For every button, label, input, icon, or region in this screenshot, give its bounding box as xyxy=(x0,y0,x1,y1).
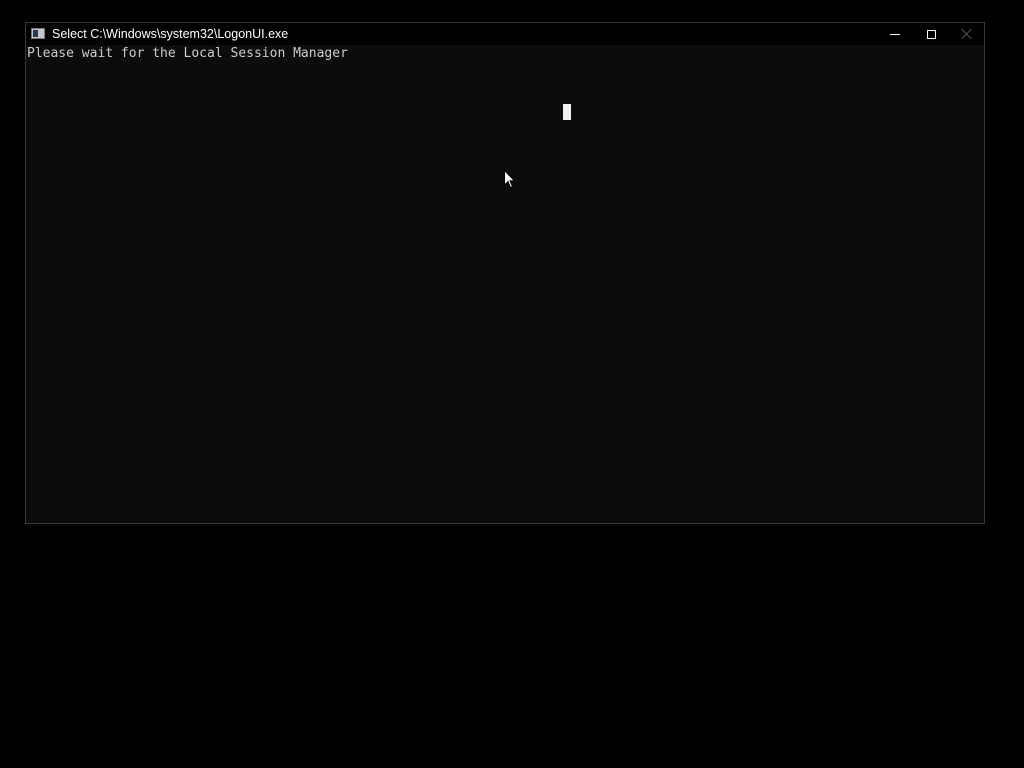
close-icon xyxy=(961,28,973,40)
minimize-icon xyxy=(890,33,900,35)
block-cursor xyxy=(563,104,571,120)
console-app-icon[interactable] xyxy=(31,28,45,39)
console-output[interactable]: Please wait for the Local Session Manage… xyxy=(26,45,984,523)
maximize-button[interactable] xyxy=(913,23,949,45)
console-window[interactable]: Select C:\Windows\system32\LogonUI.exe P… xyxy=(25,22,985,524)
arrow-pointer-icon xyxy=(504,170,516,189)
close-button[interactable] xyxy=(949,23,985,45)
desktop: Select C:\Windows\system32\LogonUI.exe P… xyxy=(0,0,1024,768)
window-title: Select C:\Windows\system32\LogonUI.exe xyxy=(52,27,289,41)
console-line: Please wait for the Local Session Manage… xyxy=(27,46,348,61)
title-bar[interactable]: Select C:\Windows\system32\LogonUI.exe xyxy=(26,23,984,45)
maximize-icon xyxy=(926,29,936,39)
minimize-button[interactable] xyxy=(877,23,913,45)
